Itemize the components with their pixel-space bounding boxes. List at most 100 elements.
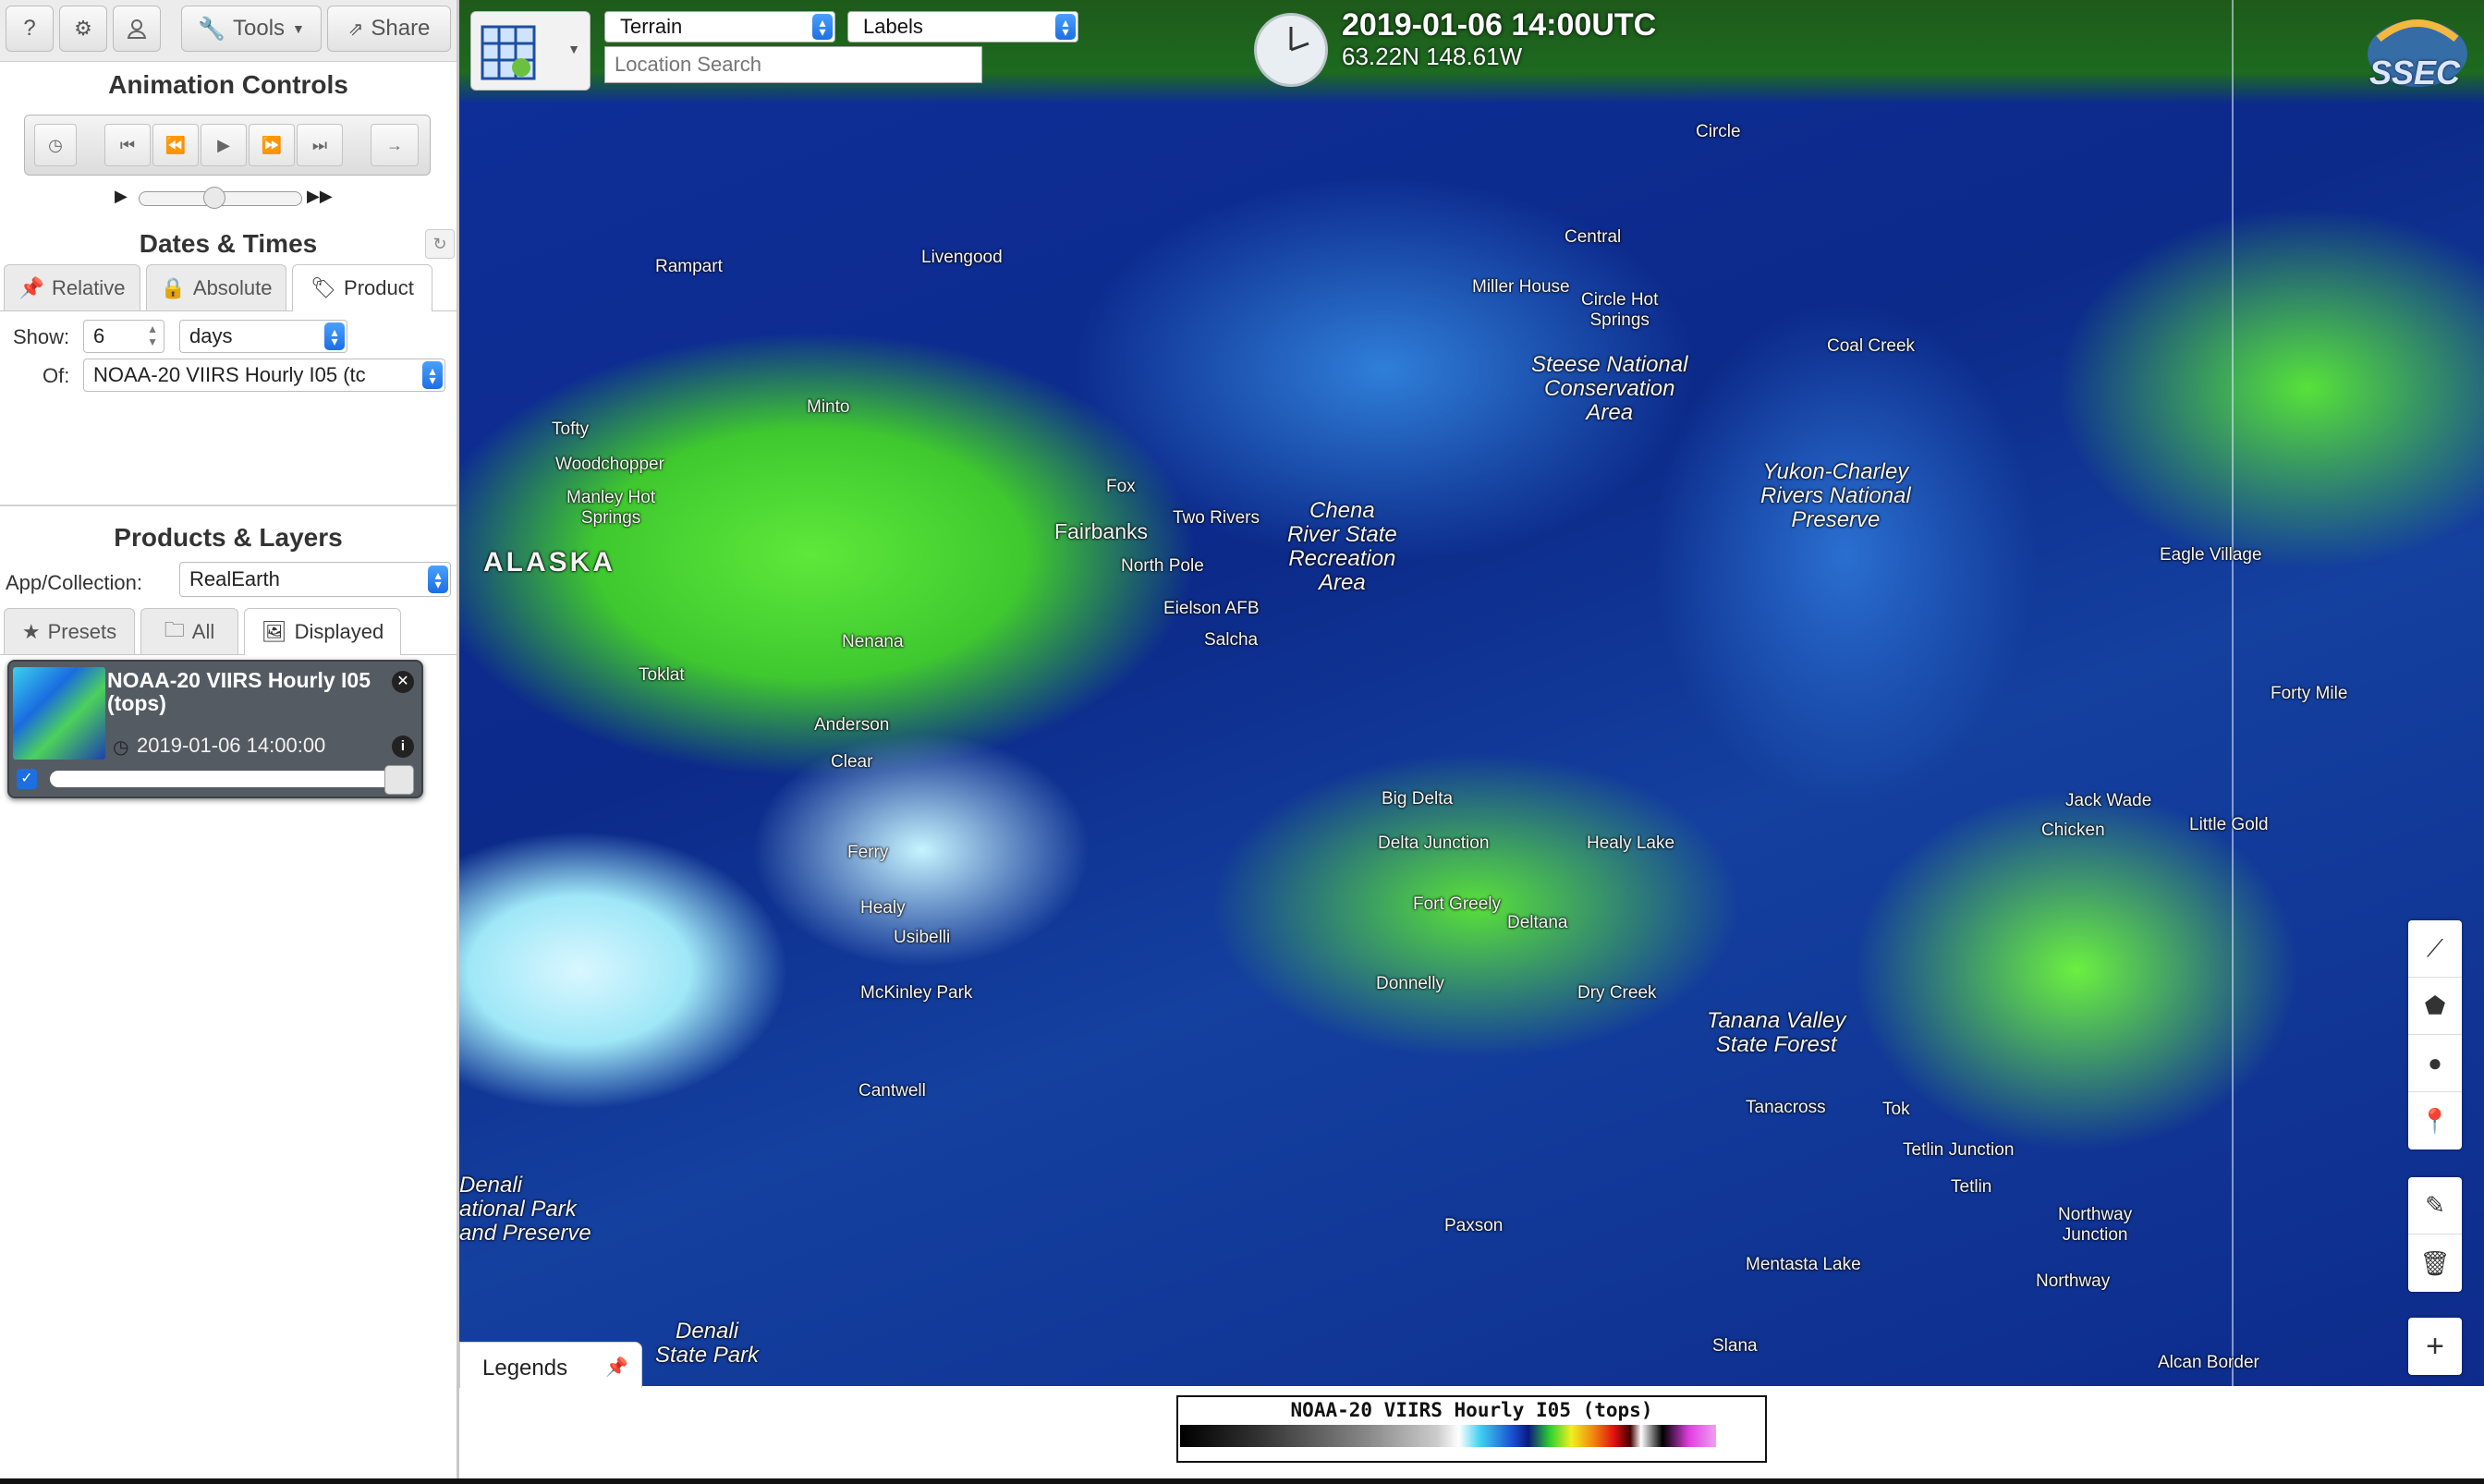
place-label: ALASKA [483, 547, 615, 578]
gear-icon: ⚙ [74, 17, 92, 40]
place-label: Forty Mile [2271, 684, 2348, 703]
chevron-down-icon: ▼ [292, 21, 305, 36]
location-search-input[interactable] [604, 46, 982, 83]
place-label: Alcan Border [2158, 1353, 2259, 1372]
tab-presets[interactable]: ★ Presets [4, 608, 135, 654]
layer-title: NOAA-20 VIIRS Hourly I05 (tops) [107, 668, 371, 715]
place-label: Denali State Park [655, 1319, 760, 1368]
user-icon [127, 19, 147, 39]
place-label: Woodchopper [555, 455, 664, 474]
place-label: Chena River State Recreation Area [1287, 498, 1397, 595]
refresh-button[interactable]: ↻ [425, 229, 455, 259]
settings-button[interactable]: ⚙ [59, 6, 107, 52]
tools-button[interactable]: 🔧 Tools ▼ [181, 6, 322, 52]
place-label: Two Rivers [1173, 508, 1260, 528]
plus-icon: + [2426, 1328, 2444, 1364]
place-label: Manley Hot Springs [566, 488, 656, 528]
legend-area: Legends 📌 NOAA-20 VIIRS Hourly I05 (tops… [459, 1342, 2484, 1484]
place-label: Cantwell [858, 1081, 926, 1101]
basemap-select[interactable]: Terrain ▴ ▾ [604, 11, 835, 43]
place-label: Tetlin Junction [1903, 1140, 2015, 1160]
collection-label: App/Collection: [6, 571, 142, 594]
opacity-slider-handle[interactable] [384, 765, 414, 795]
place-label: Dry Creek [1577, 983, 1657, 1003]
opacity-slider[interactable] [50, 771, 401, 787]
help-button[interactable]: ? [6, 6, 54, 52]
place-label: Minto [807, 397, 850, 417]
place-label: Healy [860, 898, 906, 918]
place-label: Tok [1882, 1100, 1910, 1119]
place-label: Big Delta [1382, 789, 1454, 809]
basemap-switcher-button[interactable]: ▼ [470, 11, 591, 91]
place-label: Fox [1106, 477, 1136, 496]
edit-button[interactable]: ✎ [2408, 1177, 2462, 1235]
circle-icon: ● [2428, 1049, 2442, 1077]
pin-icon[interactable]: 📌 [605, 1356, 628, 1379]
show-count-stepper[interactable]: 6 ▲ ▼ [83, 320, 164, 353]
first-frame-button[interactable]: ⏮ [104, 124, 151, 166]
tab-displayed[interactable]: 🖼 Displayed [244, 608, 401, 655]
zoom-in-button[interactable]: + [2408, 1318, 2462, 1375]
clock-button[interactable]: ◷ [34, 124, 77, 166]
legend-colorbar: NOAA-20 VIIRS Hourly I05 (tops) [1176, 1395, 1767, 1463]
last-frame-button[interactable]: ⏭ [297, 124, 343, 166]
place-label: Circle [1696, 122, 1741, 141]
grid-map-icon [481, 25, 536, 80]
line-icon: ⟋ [2426, 933, 2444, 962]
place-label: Tofty [552, 420, 590, 439]
layer-info-button[interactable]: i [392, 736, 414, 758]
place-label: Fairbanks [1054, 519, 1148, 543]
slow-icon: ▶ [115, 187, 128, 205]
share-button[interactable]: ⇗ Share [327, 6, 451, 52]
layer-visible-checkbox[interactable]: ✓ [17, 769, 37, 789]
animation-controls: ◷ ⏮ ⏪ ▶ ⏩ ⏭ → [24, 115, 431, 176]
place-label: Northway Junction [2058, 1205, 2133, 1245]
place-label: Delta Junction [1378, 833, 1490, 853]
tab-presets-label: Presets [47, 619, 117, 643]
tab-all[interactable]: 🗀 All [140, 608, 238, 654]
collection-select[interactable]: RealEarth ▴ ▾ [179, 562, 451, 597]
dates-tabs: 📌 Relative 🔒 Absolute 🏷 Product [0, 264, 457, 311]
draw-circle-button[interactable]: ● [2408, 1035, 2462, 1092]
draw-polygon-button[interactable]: ⬟ [2408, 978, 2462, 1035]
play-button[interactable]: ▶ [201, 124, 247, 166]
clock-icon [1254, 13, 1328, 87]
delete-button[interactable]: 🗑 [2408, 1235, 2462, 1292]
labels-select[interactable]: Labels ▴ ▾ [847, 11, 1078, 43]
layer-card[interactable]: NOAA-20 VIIRS Hourly I05 (tops) ✕ ◷ 2019… [7, 660, 423, 798]
ssec-logo: SSEC [2360, 11, 2475, 96]
pentagon-icon: ⬟ [2424, 991, 2446, 1019]
draw-marker-button[interactable]: 📍 [2408, 1092, 2462, 1149]
image-icon: 🖼 [261, 620, 287, 643]
map-view[interactable]: Circle Central Miller House Circle Hot S… [459, 0, 2484, 1386]
arrow-right-icon: → [386, 135, 403, 154]
step-back-button[interactable]: ⏪ [152, 124, 199, 166]
layer-thumbnail [13, 667, 105, 760]
unit-select[interactable]: days ▴ ▾ [179, 320, 347, 353]
place-label: Deltana [1507, 913, 1568, 932]
draw-line-button[interactable]: ⟋ [2408, 920, 2462, 978]
place-label: Steese National Conservation Area [1531, 352, 1688, 425]
tab-relative[interactable]: 📌 Relative [4, 264, 140, 310]
map-boundary-line [2232, 0, 2234, 1386]
folder-icon: 🗀 [164, 617, 185, 641]
next-button[interactable]: → [371, 124, 419, 166]
place-label: Slana [1712, 1336, 1758, 1356]
animation-controls-title: Animation Controls [108, 70, 348, 99]
skip-forward-icon: ⏭ [311, 135, 328, 154]
place-label: Toklat [639, 665, 685, 685]
legend-title: NOAA-20 VIIRS Hourly I05 (tops) [1290, 1399, 1653, 1421]
tab-product[interactable]: 🏷 Product [292, 264, 432, 311]
layer-time: 2019-01-06 14:00:00 [137, 734, 326, 757]
remove-layer-button[interactable]: ✕ [392, 671, 414, 693]
user-button[interactable] [113, 6, 161, 52]
share-label: Share [371, 16, 431, 41]
product-select[interactable]: NOAA-20 VIIRS Hourly I05 (tc ▴ ▾ [83, 359, 445, 392]
step-forward-button[interactable]: ⏩ [249, 124, 295, 166]
place-label: Salcha [1204, 630, 1259, 650]
legends-tab[interactable]: Legends 📌 [459, 1342, 642, 1388]
stepper-icon[interactable]: ▲ ▼ [147, 322, 158, 348]
tab-absolute[interactable]: 🔒 Absolute [146, 264, 286, 310]
place-label: Clear [831, 752, 873, 772]
speed-slider-handle[interactable] [203, 187, 225, 209]
